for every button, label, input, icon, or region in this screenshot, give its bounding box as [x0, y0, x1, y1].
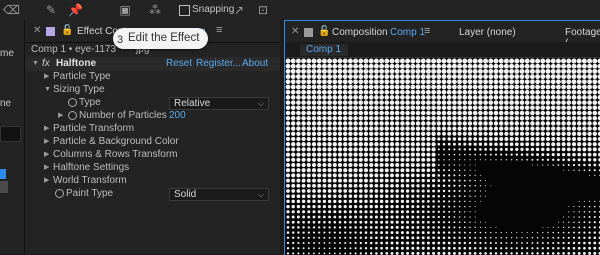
tutorial-callout: 3 Edit the Effect [113, 28, 208, 49]
composition-viewer[interactable] [285, 58, 600, 255]
close-icon[interactable]: ✕ [291, 26, 299, 37]
group-particle-type[interactable]: ▶ Particle Type [25, 70, 280, 83]
collapse-triangle-icon[interactable]: ▼ [44, 83, 51, 96]
layer-tab[interactable]: Layer (none) [459, 27, 516, 38]
composition-tab-label[interactable]: Composition [332, 27, 388, 38]
fx-badge[interactable]: fx [42, 58, 50, 69]
property-paint-type: Paint Type Solid ⌵ [25, 187, 280, 201]
group-label: Sizing Type [53, 84, 105, 95]
composition-navigator: Comp 1 [285, 42, 600, 58]
lock-icon[interactable]: 🔓 [318, 26, 330, 37]
reset-link[interactable]: Reset [166, 58, 192, 69]
group-sizing-type[interactable]: ▼ Sizing Type [25, 83, 280, 96]
project-panel-edge: me ne [0, 20, 25, 254]
effect-controls-panel: ✕ 🔓 Effect Contr g ≡ Comp 1 • eye-1173jp… [25, 20, 280, 254]
property-label: Type [79, 97, 101, 108]
top-toolbar: ⌫ ✎ 📌 ▣ ⁂ Snapping ↗ ⊡ [0, 0, 600, 20]
property-type: Type Relative ⌵ [25, 96, 280, 110]
snapping-icon[interactable]: ↗ [232, 3, 246, 17]
close-icon[interactable]: ✕ [33, 25, 41, 36]
group-label: Columns & Rows Transform [53, 149, 178, 160]
callout-step-number: 3 [117, 34, 124, 46]
expand-triangle-icon[interactable]: ▶ [58, 109, 63, 122]
chevron-down-icon: ⌵ [257, 99, 264, 108]
stopwatch-icon[interactable] [68, 111, 77, 120]
property-number-of-particles: ▶ Number of Particles 200 [25, 109, 280, 122]
brush-icon[interactable]: ✎ [44, 3, 58, 17]
panel-menu-icon[interactable]: ≡ [216, 24, 222, 36]
camera-icon[interactable]: ▣ [118, 3, 132, 17]
project-item[interactable] [0, 181, 8, 193]
options-icon[interactable]: ⊡ [256, 3, 270, 17]
composition-panel: ✕ 🔓 Composition Comp 1 ≡ Layer (none) Fo… [284, 20, 600, 255]
composition-tab-bar: ✕ 🔓 Composition Comp 1 ≡ Layer (none) Fo… [285, 21, 600, 49]
register-link[interactable]: Register... [196, 58, 241, 69]
composition-tab-name[interactable]: Comp 1 [390, 27, 425, 38]
comp-breadcrumb[interactable]: Comp 1 [300, 44, 348, 56]
snapping-checkbox[interactable] [179, 5, 190, 16]
scatter-icon[interactable]: ⁂ [148, 3, 162, 17]
group-columns-rows-transform[interactable]: ▶ Columns & Rows Transform [25, 148, 280, 161]
selected-item-marker[interactable] [0, 169, 6, 179]
group-particle-background-color[interactable]: ▶ Particle & Background Color [25, 135, 280, 148]
expand-triangle-icon[interactable]: ▶ [44, 135, 49, 148]
about-link[interactable]: About [242, 58, 268, 69]
group-label: Particle Transform [53, 123, 135, 134]
label-color-swatch [304, 28, 313, 37]
panel-menu-icon[interactable]: ≡ [424, 25, 430, 37]
header-text: Comp 1 • eye-1173 [31, 44, 117, 55]
chevron-down-icon: ⌵ [257, 190, 264, 199]
property-label: Paint Type [66, 188, 114, 199]
dropdown-value: Solid [174, 189, 197, 200]
stopwatch-icon[interactable] [55, 189, 64, 198]
group-label: World Transform [53, 175, 127, 186]
group-halftone-settings[interactable]: ▶ Halftone Settings [25, 161, 280, 174]
number-of-particles-value[interactable]: 200 [169, 109, 186, 122]
expand-triangle-icon[interactable]: ▶ [44, 174, 49, 187]
group-world-transform[interactable]: ▶ World Transform [25, 174, 280, 187]
collapse-triangle-icon[interactable]: ▼ [32, 60, 39, 67]
expand-triangle-icon[interactable]: ▶ [44, 161, 49, 174]
group-label: Particle Type [53, 71, 111, 82]
snapping-label: Snapping [192, 4, 235, 15]
group-label: Halftone Settings [53, 162, 130, 173]
expand-triangle-icon[interactable]: ▶ [44, 148, 49, 161]
effect-name: Halftone [56, 58, 96, 69]
property-label: Number of Particles [79, 110, 167, 121]
pin-icon[interactable]: 📌 [68, 3, 83, 17]
effect-row-halftone[interactable]: ▼ fx Halftone Reset Register... About [25, 57, 280, 71]
group-particle-transform[interactable]: ▶ Particle Transform [25, 122, 280, 135]
label-color-swatch [46, 27, 55, 36]
project-search-field[interactable] [0, 126, 21, 142]
paint-type-dropdown[interactable]: Solid ⌵ [169, 188, 269, 201]
expand-triangle-icon[interactable]: ▶ [44, 122, 49, 135]
project-label-fragment: me [0, 48, 14, 59]
dropdown-value: Relative [174, 98, 211, 109]
stopwatch-icon[interactable] [68, 98, 77, 107]
group-label: Particle & Background Color [53, 136, 179, 147]
expand-triangle-icon[interactable]: ▶ [44, 70, 49, 83]
eraser-icon[interactable]: ⌫ [3, 3, 20, 17]
lock-icon[interactable]: 🔓 [61, 25, 73, 36]
project-label-fragment-2: ne [0, 98, 12, 109]
callout-text: Edit the Effect [128, 32, 200, 44]
halftone-preview-image [285, 58, 600, 255]
